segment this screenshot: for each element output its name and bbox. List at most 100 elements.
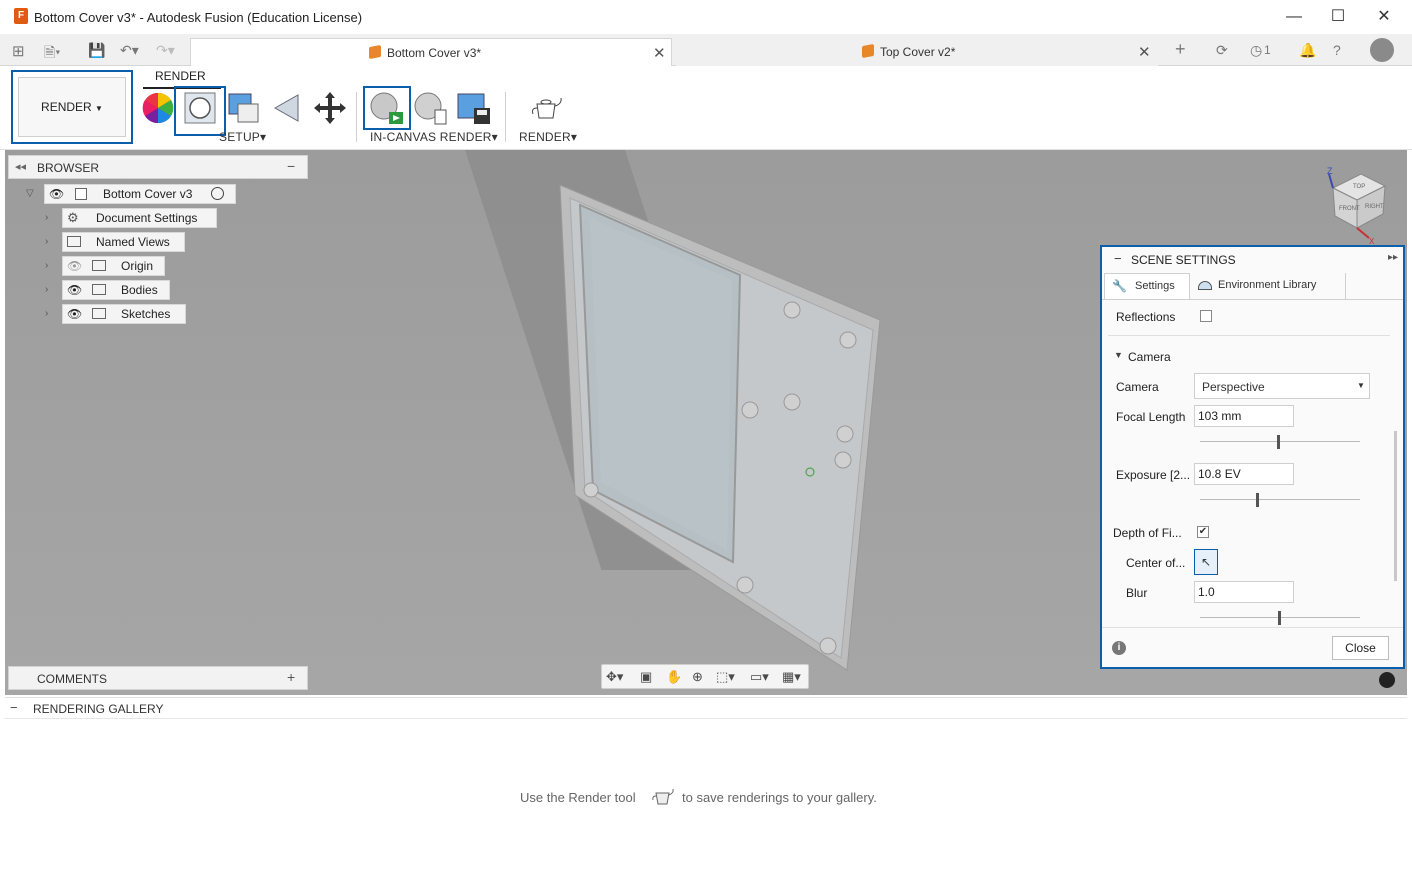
navigation-bar: ✥▾ ▣ ✋ ⊕ ⬚▾ ▭▾ ▦▾ [601, 664, 809, 689]
expand-chevron-icon[interactable]: › [45, 308, 48, 319]
orbit-icon[interactable]: ✥▾ [606, 669, 623, 685]
depth-of-field-checkbox[interactable]: ✔ [1197, 526, 1209, 538]
scene-settings-title: SCENE SETTINGS [1131, 253, 1236, 267]
folder-icon [92, 308, 106, 319]
tab-environment-library[interactable]: Environment Library [1192, 273, 1346, 299]
browser-root-node[interactable]: 👁 Bottom Cover v3 [44, 184, 236, 204]
navigation-toggle-icon[interactable] [1379, 672, 1395, 688]
close-window-button[interactable]: ✕ [1372, 6, 1396, 28]
dropdown-caret-icon: ▼ [1357, 381, 1365, 390]
scene-settings-icon[interactable] [182, 90, 218, 126]
move-icon[interactable] [312, 90, 348, 126]
help-icon[interactable]: ? [1333, 42, 1341, 58]
footer-divider [1102, 627, 1403, 628]
title-bar: F Bottom Cover v3* - Autodesk Fusion (Ed… [0, 0, 1412, 34]
folder-icon [92, 260, 106, 271]
tab-close-icon[interactable]: ✕ [1138, 43, 1151, 61]
tab-label: Top Cover v2* [880, 45, 956, 59]
user-avatar[interactable] [1370, 38, 1394, 62]
window-title: Bottom Cover v3* - Autodesk Fusion (Educ… [34, 10, 363, 25]
in-canvas-render-icon[interactable] [369, 90, 405, 126]
collapse-panel-icon[interactable]: ◂◂ [15, 160, 26, 173]
decal-image-icon[interactable] [226, 90, 262, 126]
browser-item-document-settings[interactable]: ⚙ Document Settings [62, 208, 217, 228]
exposure-slider-thumb[interactable] [1256, 493, 1259, 507]
capture-image-icon[interactable] [456, 90, 492, 126]
texture-map-icon[interactable] [270, 90, 306, 126]
browser-item-sketches[interactable]: 👁 Sketches [62, 304, 186, 324]
expand-chevron-icon[interactable]: › [45, 284, 48, 295]
group-render[interactable]: RENDER▾ [519, 130, 577, 144]
visibility-eye-icon[interactable]: 👁 [49, 185, 64, 203]
tab-bottom-cover[interactable]: Bottom Cover v3* ✕ [190, 38, 672, 66]
browser-panel-header: ◂◂ BROWSER − [8, 155, 308, 179]
tab-render[interactable]: RENDER [155, 69, 206, 83]
close-button[interactable]: Close [1332, 636, 1389, 660]
add-comment-button[interactable]: + [287, 669, 295, 685]
ribbon-toolbar: RENDER ▼ RENDER SETUP▾ IN-CANVAS RENDER▾… [0, 66, 1412, 150]
view-cube[interactable]: FRONT RIGHT TOP Z X [1323, 166, 1393, 246]
zoom-icon[interactable]: ⊕ [692, 669, 703, 685]
fusion-logo-icon: F [14, 8, 28, 24]
job-status-icon[interactable]: ◷ [1250, 42, 1262, 59]
expand-chevron-icon[interactable]: › [45, 260, 48, 271]
hidden-eye-icon[interactable]: 👁 [67, 257, 82, 275]
gallery-collapse-button[interactable]: − [10, 700, 18, 715]
group-in-canvas-render[interactable]: IN-CANVAS RENDER▾ [370, 130, 498, 144]
workspace-switcher-button[interactable]: RENDER ▼ [18, 77, 126, 137]
extensions-icon[interactable]: ⟳ [1216, 42, 1228, 59]
camera-section-title[interactable]: Camera [1128, 350, 1171, 364]
save-icon[interactable]: 💾 [88, 42, 105, 59]
exposure-slider[interactable] [1200, 499, 1360, 500]
tab-close-icon[interactable]: ✕ [653, 44, 666, 62]
collapse-panel-button[interactable]: − [1114, 251, 1122, 266]
item-label: Origin [121, 259, 154, 273]
file-menu-icon[interactable]: 🗎▾ [44, 42, 60, 66]
info-icon[interactable]: i [1112, 641, 1126, 655]
focal-length-slider[interactable] [1200, 441, 1360, 442]
look-at-icon[interactable]: ▣ [640, 669, 652, 685]
visibility-eye-icon[interactable]: 👁 [67, 281, 82, 299]
focal-length-input[interactable]: 103 mm [1194, 405, 1294, 427]
activate-radio-icon[interactable] [211, 187, 224, 200]
panel-scrollbar[interactable] [1394, 431, 1397, 581]
center-of-focus-pick-button[interactable]: ↖ [1194, 549, 1218, 575]
fit-window-icon[interactable]: ⬚▾ [716, 669, 735, 685]
expand-chevron-icon[interactable]: › [45, 212, 48, 223]
camera-dropdown[interactable]: Perspective ▼ [1194, 373, 1370, 399]
group-setup[interactable]: SETUP▾ [219, 130, 266, 144]
notifications-icon[interactable]: 🔔 [1299, 42, 1316, 59]
appearance-color-wheel-icon[interactable] [140, 90, 176, 126]
browser-minimize-button[interactable]: − [287, 158, 295, 174]
in-canvas-settings-icon[interactable] [413, 90, 449, 126]
reflections-checkbox[interactable] [1200, 310, 1212, 322]
browser-item-bodies[interactable]: 👁 Bodies [62, 280, 170, 300]
environment-dome-icon [1198, 281, 1212, 290]
expand-chevron-icon[interactable]: › [45, 236, 48, 247]
browser-item-named-views[interactable]: Named Views [62, 232, 185, 252]
tab-settings[interactable]: 🔧 Settings [1104, 273, 1190, 299]
display-settings-icon[interactable]: ▭▾ [750, 669, 769, 685]
grid-settings-icon[interactable]: ▦▾ [782, 669, 801, 685]
exposure-input[interactable]: 10.8 EV [1194, 463, 1294, 485]
blur-slider-thumb[interactable] [1278, 611, 1282, 625]
browser-item-origin[interactable]: 👁 Origin [62, 256, 165, 276]
undo-icon[interactable]: ↶▾ [120, 42, 139, 59]
minimize-button[interactable]: — [1282, 6, 1306, 28]
pan-hand-icon[interactable]: ✋ [666, 669, 682, 685]
data-panel-grid-icon[interactable]: ⊞ [12, 42, 25, 60]
comments-title: COMMENTS [37, 672, 107, 686]
expand-root-chevron-icon[interactable]: ▽ [26, 188, 34, 199]
focal-length-slider-thumb[interactable] [1276, 435, 1280, 449]
new-tab-button[interactable]: + [1175, 39, 1186, 60]
blur-input[interactable]: 1.0 [1194, 581, 1294, 603]
visibility-eye-icon[interactable]: 👁 [67, 305, 82, 323]
maximize-button[interactable]: ☐ [1326, 6, 1350, 28]
camera-section-chevron-icon[interactable]: ▼ [1114, 350, 1123, 360]
divider [356, 92, 357, 142]
tab-top-cover[interactable]: Top Cover v2* ✕ [676, 38, 1158, 66]
expand-panel-icon[interactable]: ▸▸ [1388, 252, 1398, 263]
redo-icon[interactable]: ↷▾ [156, 42, 175, 59]
render-teapot-icon[interactable] [529, 90, 565, 126]
divider [505, 92, 506, 142]
